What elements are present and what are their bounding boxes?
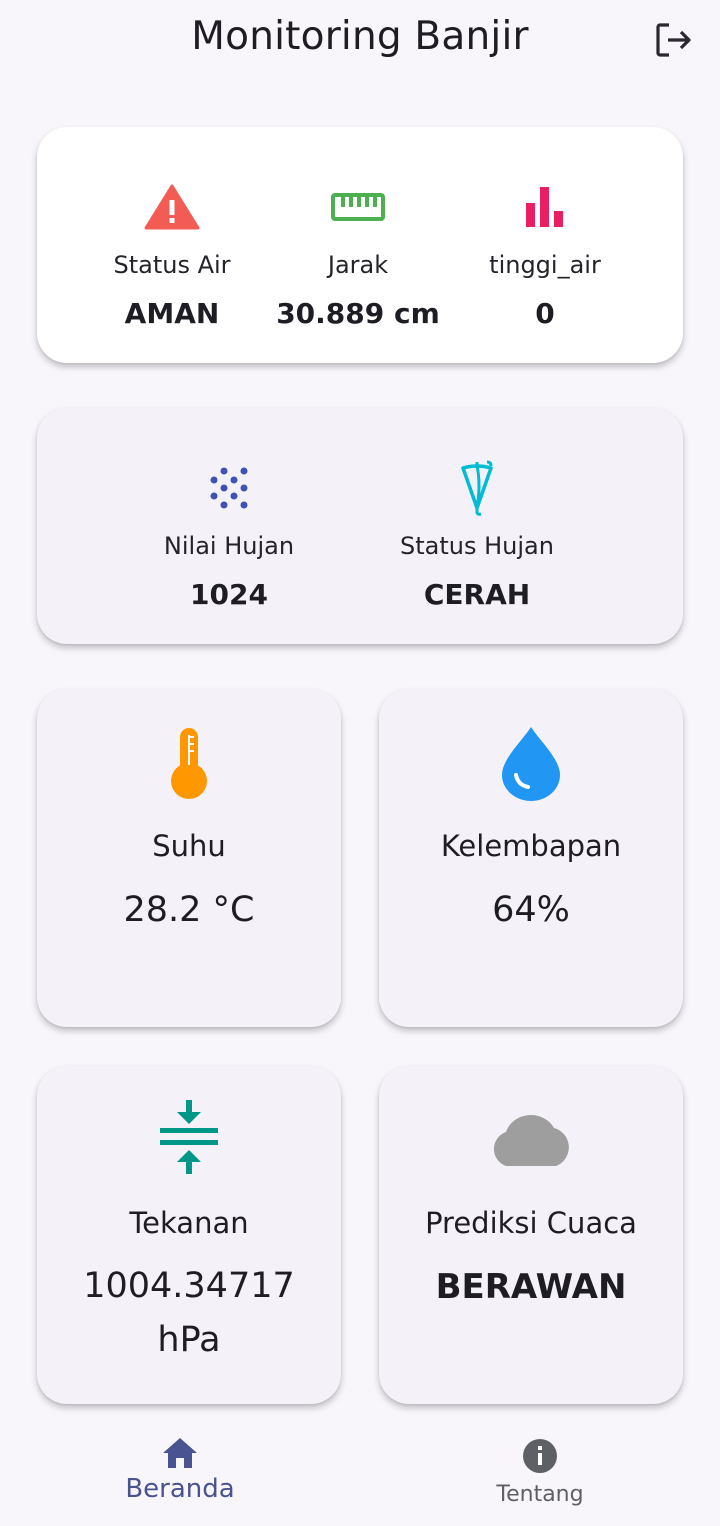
distance-label: Jarak <box>327 251 389 279</box>
pressure-card: Tekanan 1004.34717 hPa <box>37 1066 341 1404</box>
rain-value-value: 1024 <box>190 578 268 611</box>
water-status-card: Status Air AMAN Jarak 30.889 cm tinggi_a… <box>37 127 683 363</box>
weather-prediction-cell: Prediksi Cuaca BERAWAN <box>379 1066 683 1404</box>
app-bar: Monitoring Banjir <box>0 0 720 82</box>
weather-prediction-card: Prediksi Cuaca BERAWAN <box>379 1066 683 1404</box>
logout-icon <box>656 23 691 57</box>
rain-dots-icon <box>210 467 248 509</box>
nav-item-beranda[interactable]: Beranda <box>110 1436 250 1504</box>
page-title: Monitoring Banjir <box>191 14 529 59</box>
water-status-value: AMAN <box>124 297 220 330</box>
distance-value: 30.889 cm <box>276 297 440 330</box>
water-status-item: Status Air AMAN <box>97 127 247 363</box>
rain-status-label: Status Hujan <box>400 532 554 560</box>
warning-icon <box>144 184 200 230</box>
logout-button[interactable] <box>652 20 696 60</box>
water-status-label: Status Air <box>113 251 231 279</box>
pressure-icon <box>160 1100 218 1174</box>
thermometer-icon <box>171 728 207 799</box>
rain-value-item: Nilai Hujan 1024 <box>149 408 309 644</box>
temperature-value: 28.2 °C <box>123 890 255 930</box>
rain-status-item: Status Hujan CERAH <box>387 408 567 644</box>
rain-value-label: Nilai Hujan <box>163 532 295 560</box>
temperature-cell: Suhu 28.2 °C <box>37 689 341 1027</box>
weather-prediction-value: BERAWAN <box>435 1267 627 1307</box>
nav-label-beranda: Beranda <box>125 1474 235 1504</box>
cloud-icon <box>493 1114 569 1166</box>
temperature-label: Suhu <box>152 829 226 863</box>
temperature-card: Suhu 28.2 °C <box>37 689 341 1027</box>
weather-prediction-label: Prediksi Cuaca <box>425 1206 637 1240</box>
water-height-label: tinggi_air <box>489 251 601 279</box>
water-drop-icon <box>502 727 560 801</box>
humidity-label: Kelembapan <box>440 829 622 863</box>
rain-status-value: CERAH <box>423 578 531 611</box>
pressure-label: Tekanan <box>129 1206 249 1240</box>
nav-label-tentang: Tentang <box>496 1482 584 1507</box>
umbrella-icon <box>461 460 493 516</box>
pressure-cell: Tekanan 1004.34717 hPa <box>37 1066 341 1404</box>
ruler-icon <box>331 193 385 221</box>
humidity-card: Kelembapan 64% <box>379 689 683 1027</box>
nav-item-tentang[interactable]: Tentang <box>470 1438 610 1507</box>
humidity-cell: Kelembapan 64% <box>379 689 683 1027</box>
bar-chart-icon <box>526 187 563 227</box>
home-icon <box>163 1438 197 1468</box>
water-height-value: 0 <box>535 297 555 330</box>
info-icon <box>523 1439 557 1473</box>
water-height-item: tinggi_air 0 <box>471 127 619 363</box>
rain-card: Nilai Hujan 1024 Status Hujan CERAH <box>37 408 683 644</box>
humidity-value: 64% <box>492 890 570 930</box>
distance-item: Jarak 30.889 cm <box>275 127 441 363</box>
pressure-value-unit: hPa <box>157 1320 221 1360</box>
pressure-value-number: 1004.34717 <box>83 1266 295 1306</box>
bottom-navigation: Beranda Tentang <box>0 1416 720 1526</box>
